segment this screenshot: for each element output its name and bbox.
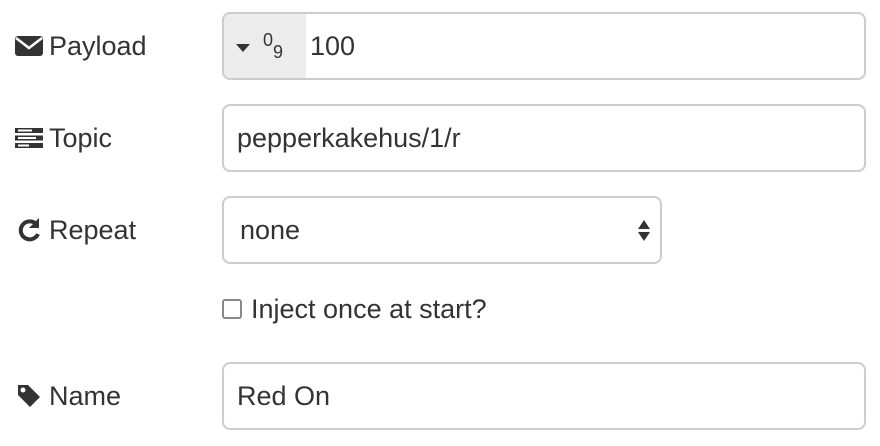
payload-label: Payload (14, 32, 147, 60)
payload-type-selector[interactable]: 0 9 (224, 14, 306, 78)
payload-typed-input[interactable]: 0 9 100 (222, 12, 866, 80)
name-input[interactable]: Red On (222, 362, 866, 430)
name-value: Red On (237, 380, 331, 411)
number-type-icon-sub: 9 (273, 42, 284, 62)
repeat-label: Repeat (14, 216, 136, 244)
name-label-text: Name (49, 380, 122, 411)
number-type-icon: 0 9 (263, 30, 287, 62)
topic-label: Topic (14, 124, 112, 152)
payload-value-input[interactable]: 100 (306, 31, 355, 62)
inject-once-row: Inject once at start? (222, 292, 487, 326)
repeat-label-text: Repeat (49, 214, 137, 245)
name-row: Name Red On (0, 362, 880, 430)
refresh-icon (14, 216, 44, 244)
inject-node-form: Payload 0 9 100 Topic pepperkakehus/1/r … (0, 0, 880, 446)
payload-label-text: Payload (49, 30, 147, 61)
topic-list-icon (14, 124, 44, 152)
topic-input[interactable]: pepperkakehus/1/r (222, 104, 866, 172)
number-type-icon-sup: 0 (263, 30, 274, 50)
select-arrows-icon (638, 219, 650, 241)
repeat-selected-value: none (240, 214, 301, 245)
tag-icon (14, 382, 44, 410)
inject-once-label: Inject once at start? (251, 293, 487, 324)
repeat-row: Repeat none (0, 196, 880, 264)
envelope-icon (14, 32, 44, 60)
topic-value: pepperkakehus/1/r (237, 122, 461, 153)
caret-down-icon (236, 44, 250, 52)
inject-once-checkbox[interactable] (222, 299, 242, 319)
payload-row: Payload 0 9 100 (0, 12, 880, 80)
topic-label-text: Topic (49, 122, 113, 153)
repeat-select[interactable]: none (222, 196, 662, 264)
name-label: Name (14, 382, 121, 410)
topic-row: Topic pepperkakehus/1/r (0, 104, 880, 172)
